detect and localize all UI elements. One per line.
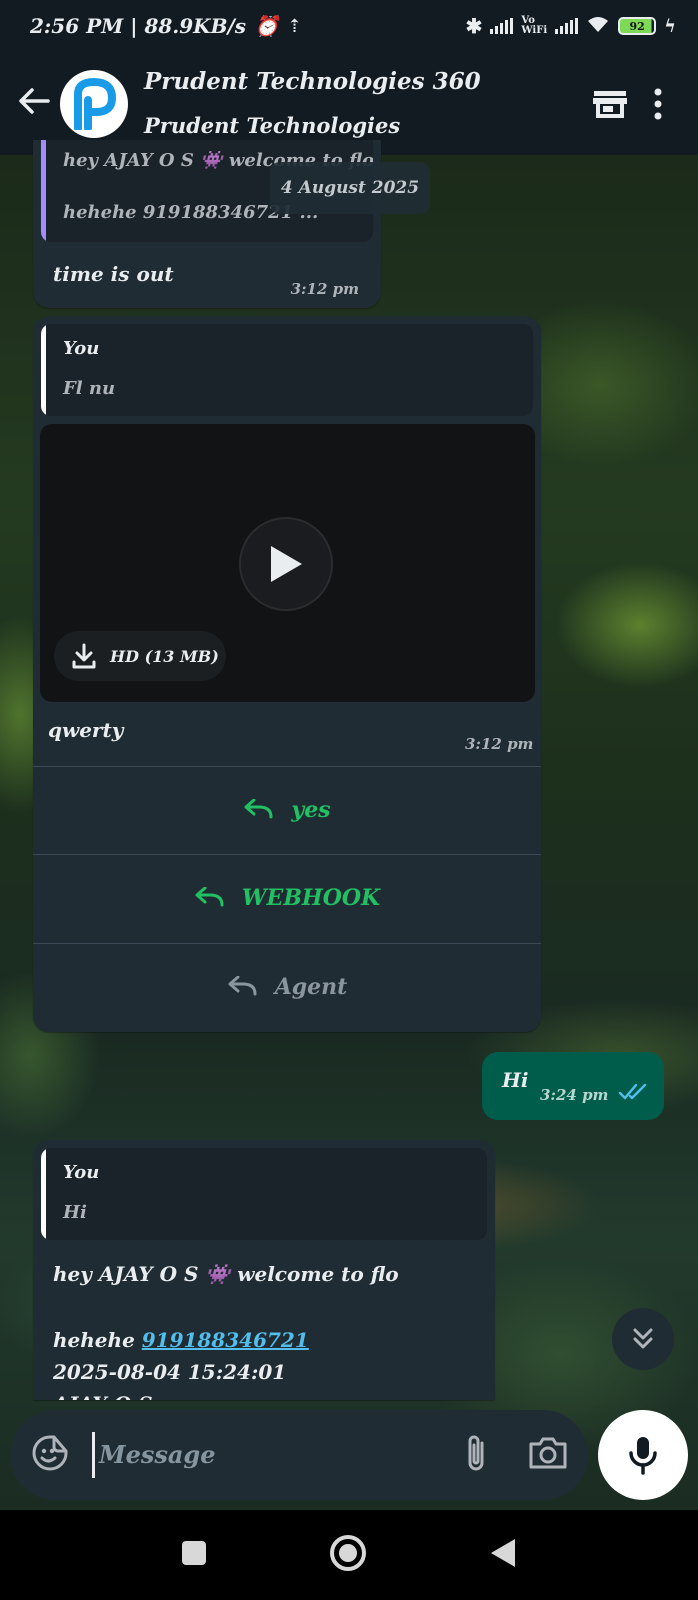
received-message[interactable]: You Hi hey AJAY O S 👾 welcome to flo heh…	[33, 1140, 495, 1400]
message-text: Hi	[502, 1068, 529, 1092]
quick-reply-webhook[interactable]: WEBHOOK	[33, 854, 541, 940]
quick-reply-label: Agent	[274, 973, 348, 1000]
attach-icon[interactable]	[462, 1433, 490, 1477]
quote-line-1: hey AJAY O S	[63, 150, 194, 171]
camera-icon[interactable]	[528, 1436, 568, 1474]
quote-text: Hi	[63, 1202, 87, 1223]
message-input[interactable]: Message	[92, 1432, 462, 1478]
video-size: HD (13 MB)	[110, 646, 219, 666]
phone-link[interactable]: 919188346721	[142, 1328, 309, 1352]
quote-author: You	[63, 338, 100, 359]
charging-icon: ϟ	[664, 15, 676, 37]
quick-reply-agent[interactable]: Agent	[33, 943, 541, 1029]
message-composer: Message	[10, 1410, 588, 1500]
system-navigation-bar	[0, 1510, 698, 1600]
message-time: 3:12 pm	[465, 735, 534, 753]
message-text: time is out	[53, 262, 174, 286]
avatar[interactable]	[60, 69, 128, 138]
chat-title: Prudent Technologies 360	[144, 67, 481, 95]
quote-text: Fl nu	[63, 378, 116, 399]
status-bar: 2:56 PM | 88.9KB/s ⏰ ⇡ ✱ Vo WiFi 92 ϟ	[0, 0, 698, 52]
battery-icon: 92	[618, 17, 657, 35]
video-thumbnail[interactable]: HD (13 MB)	[40, 424, 535, 702]
message-line-1b: welcome to flo	[237, 1262, 399, 1286]
bluetooth-icon: ✱	[465, 14, 483, 38]
signal-icon-2	[555, 18, 579, 34]
status-time-speed: 2:56 PM | 88.9KB/s	[30, 14, 247, 38]
message-line-2a: hehehe	[53, 1328, 135, 1352]
message-time: 3:12 pm	[290, 280, 359, 298]
quick-reply-yes[interactable]: yes	[33, 766, 541, 852]
alarm-icon: ⏰	[254, 14, 279, 38]
recent-apps-icon[interactable]	[180, 1539, 208, 1571]
quoted-message[interactable]: You Hi	[41, 1148, 487, 1240]
quote-author: You	[63, 1162, 100, 1183]
reply-icon	[244, 798, 273, 818]
wifi-icon	[586, 15, 610, 37]
quick-reply-label: WEBHOOK	[241, 884, 381, 911]
double-check-icon	[618, 1082, 650, 1106]
microphone-button[interactable]	[598, 1410, 688, 1500]
more-options-icon[interactable]	[636, 88, 680, 120]
date-chip: 4 August 2025	[270, 162, 430, 214]
message-line-1a: hey AJAY O S	[53, 1262, 199, 1286]
back-nav-icon[interactable]	[488, 1537, 518, 1573]
quick-reply-label: yes	[291, 796, 331, 823]
microphone-icon	[629, 1437, 657, 1475]
quoted-message[interactable]: You Fl nu	[41, 324, 533, 416]
home-icon[interactable]	[328, 1533, 368, 1577]
alien-icon: 👾	[200, 150, 223, 171]
message-line-3: 2025-08-04 15:24:01	[53, 1360, 287, 1384]
store-icon[interactable]	[584, 88, 636, 120]
reply-icon	[228, 975, 257, 995]
scroll-to-bottom-button[interactable]	[612, 1308, 674, 1370]
download-icon	[72, 643, 96, 669]
vowifi-label: Vo WiFi	[521, 15, 548, 36]
message-line-4: AJAY O S	[53, 1392, 153, 1400]
alien-icon: 👾	[205, 1262, 231, 1286]
double-chevron-down-icon	[633, 1328, 653, 1349]
back-arrow-icon[interactable]	[18, 84, 58, 124]
play-button[interactable]	[239, 517, 333, 611]
message-time: 3:24 pm	[540, 1086, 609, 1104]
video-caption: qwerty	[48, 718, 124, 742]
chat-title-block[interactable]: Prudent Technologies 360 Prudent Technol…	[144, 67, 584, 141]
reply-icon	[195, 886, 224, 906]
signal-icon	[490, 18, 514, 34]
sent-message[interactable]: Hi 3:24 pm	[482, 1052, 664, 1120]
upload-icon: ⇡	[286, 15, 303, 37]
chat-subtitle: Prudent Technologies	[144, 112, 401, 138]
sticker-emoji-icon[interactable]	[30, 1433, 70, 1477]
download-video-button[interactable]: HD (13 MB)	[54, 631, 226, 681]
